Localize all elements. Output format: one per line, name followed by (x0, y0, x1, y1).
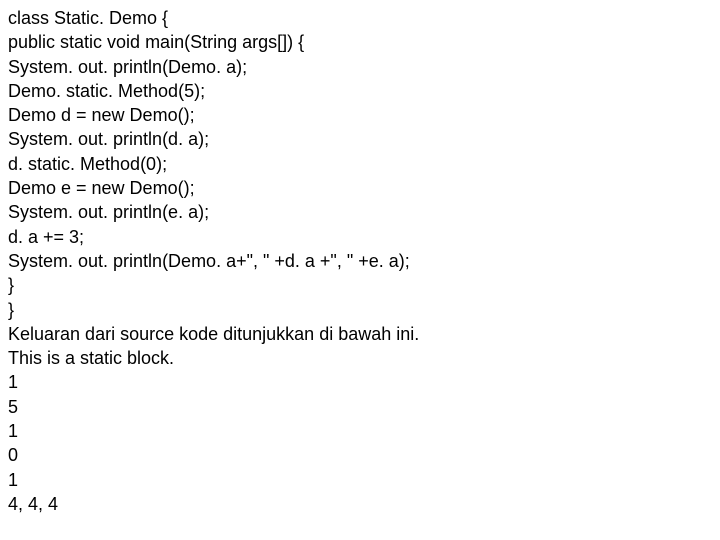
code-text-block: class Static. Demo { public static void … (0, 0, 720, 522)
output-line: 5 (8, 395, 712, 419)
output-description: Keluaran dari source kode ditunjukkan di… (8, 322, 712, 346)
code-line: Demo e = new Demo(); (8, 176, 712, 200)
code-line: d. a += 3; (8, 225, 712, 249)
output-line: 1 (8, 468, 712, 492)
output-line: 0 (8, 443, 712, 467)
code-line: System. out. println(d. a); (8, 127, 712, 151)
code-line: System. out. println(Demo. a); (8, 55, 712, 79)
code-line: Demo. static. Method(5); (8, 79, 712, 103)
code-line: } (8, 298, 712, 322)
output-line: This is a static block. (8, 346, 712, 370)
code-line: d. static. Method(0); (8, 152, 712, 176)
output-line: 1 (8, 419, 712, 443)
code-line: } (8, 273, 712, 297)
code-line: public static void main(String args[]) { (8, 30, 712, 54)
output-line: 1 (8, 370, 712, 394)
code-line: Demo d = new Demo(); (8, 103, 712, 127)
code-line: System. out. println(e. a); (8, 200, 712, 224)
code-line: System. out. println(Demo. a+", " +d. a … (8, 249, 712, 273)
code-line: class Static. Demo { (8, 6, 712, 30)
output-line: 4, 4, 4 (8, 492, 712, 516)
